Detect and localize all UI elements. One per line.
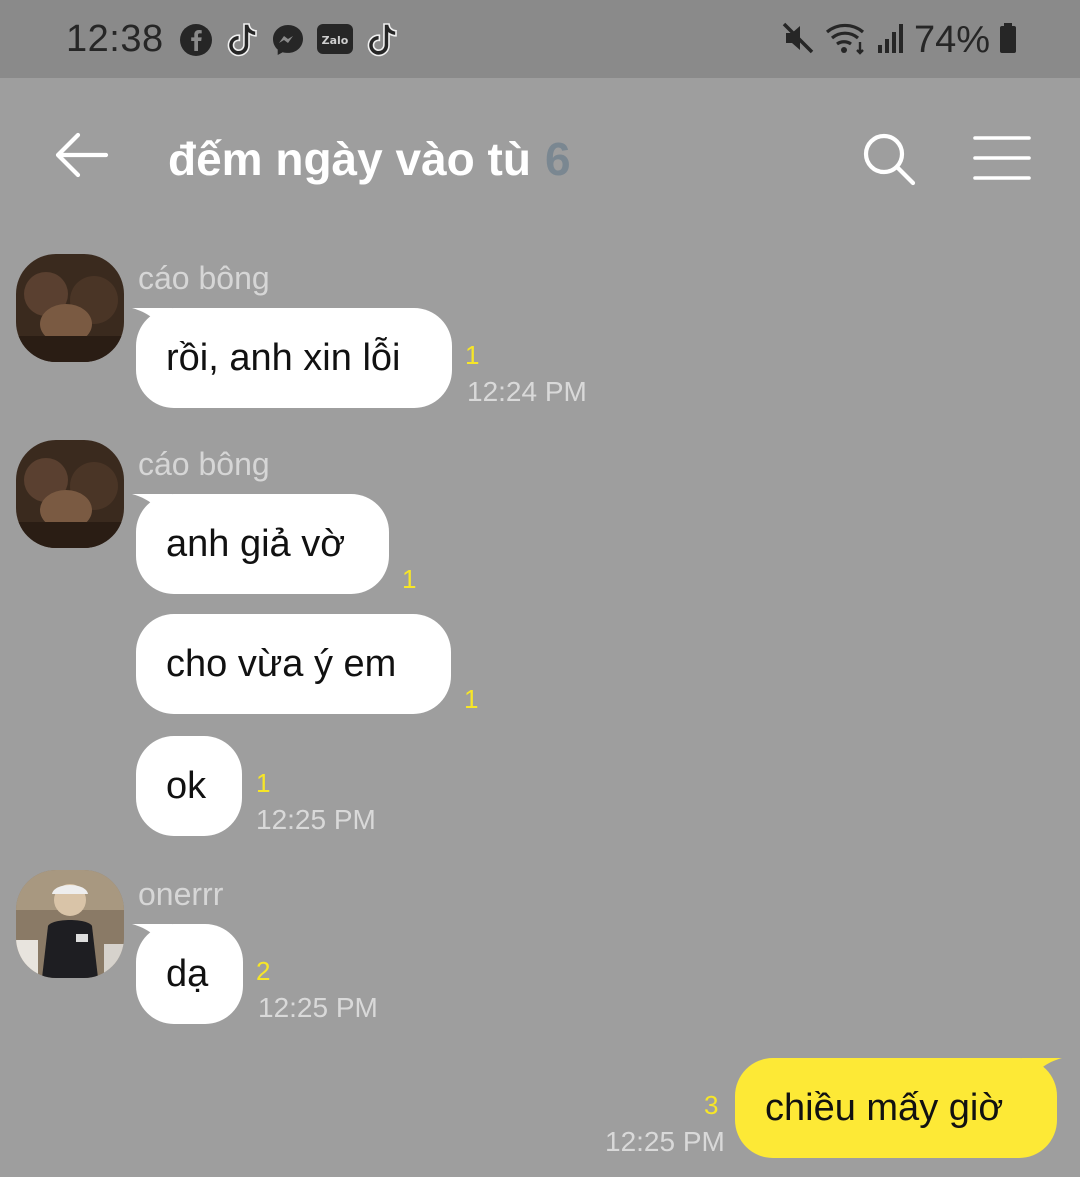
- tiktok-icon: [224, 22, 260, 58]
- avatar[interactable]: [16, 254, 124, 362]
- unread-count: 1: [464, 684, 479, 714]
- sender-name: onerrr: [138, 876, 224, 912]
- battery-percent: 74%: [913, 18, 990, 61]
- unread-count: 1: [256, 768, 271, 798]
- status-bar: 12:38 Zalo 74%: [0, 0, 1080, 78]
- message-text: dạ: [166, 952, 209, 995]
- chat-title-text: đếm ngày vào tù: [168, 133, 531, 185]
- message-text: chiều mấy giờ: [765, 1086, 1004, 1129]
- message-bubble[interactable]: dạ: [136, 924, 243, 1024]
- message-text: anh giả vờ: [166, 522, 346, 565]
- member-count: 6: [544, 133, 571, 185]
- menu-button[interactable]: [972, 134, 1032, 182]
- message-text: cho vừa ý em: [166, 642, 397, 685]
- search-icon: [863, 133, 916, 186]
- message-bubble[interactable]: anh giả vờ: [136, 494, 389, 594]
- chat-header: đếm ngày vào tù 6: [0, 78, 1080, 238]
- message-time: 12:24 PM: [467, 376, 587, 407]
- message-text: rồi, anh xin lỗi: [166, 336, 401, 379]
- avatar[interactable]: [16, 440, 124, 548]
- tiktok-icon: [364, 22, 400, 58]
- facebook-icon: [178, 22, 214, 58]
- zalo-icon: Zalo: [316, 22, 354, 58]
- message-time: 12:25 PM: [256, 804, 376, 835]
- wifi-icon: [824, 20, 868, 61]
- system-icons: 74%: [780, 18, 1018, 62]
- arrow-left-icon: [55, 132, 109, 178]
- message-bubble[interactable]: ok: [136, 736, 242, 836]
- my-message-bubble[interactable]: chiều mấy giờ: [735, 1058, 1057, 1158]
- unread-count: 3: [704, 1090, 719, 1120]
- sender-name: cáo bông: [138, 446, 270, 482]
- chat-title: đếm ngày vào tù 6: [168, 132, 571, 186]
- zalo-icon-label: Zalo: [322, 34, 349, 47]
- status-time: 12:38: [66, 18, 164, 60]
- back-button[interactable]: [52, 130, 110, 180]
- message-bubble[interactable]: rồi, anh xin lỗi: [136, 308, 452, 408]
- search-button[interactable]: [860, 130, 918, 188]
- avatar[interactable]: [16, 870, 124, 978]
- message-time: 12:25 PM: [258, 992, 378, 1023]
- mute-icon: [780, 20, 816, 61]
- sender-name: cáo bông: [138, 260, 270, 296]
- unread-count: 1: [465, 340, 480, 370]
- message-bubble[interactable]: cho vừa ý em: [136, 614, 451, 714]
- battery-icon: [998, 21, 1018, 60]
- notification-icons: Zalo: [178, 20, 400, 60]
- message-time: 12:25 PM: [605, 1126, 725, 1157]
- messenger-icon: [270, 22, 306, 58]
- hamburger-menu-icon: [973, 136, 1031, 180]
- unread-count: 1: [402, 564, 417, 594]
- signal-icon: [876, 21, 906, 60]
- message-text: ok: [166, 764, 207, 807]
- unread-count: 2: [256, 956, 271, 986]
